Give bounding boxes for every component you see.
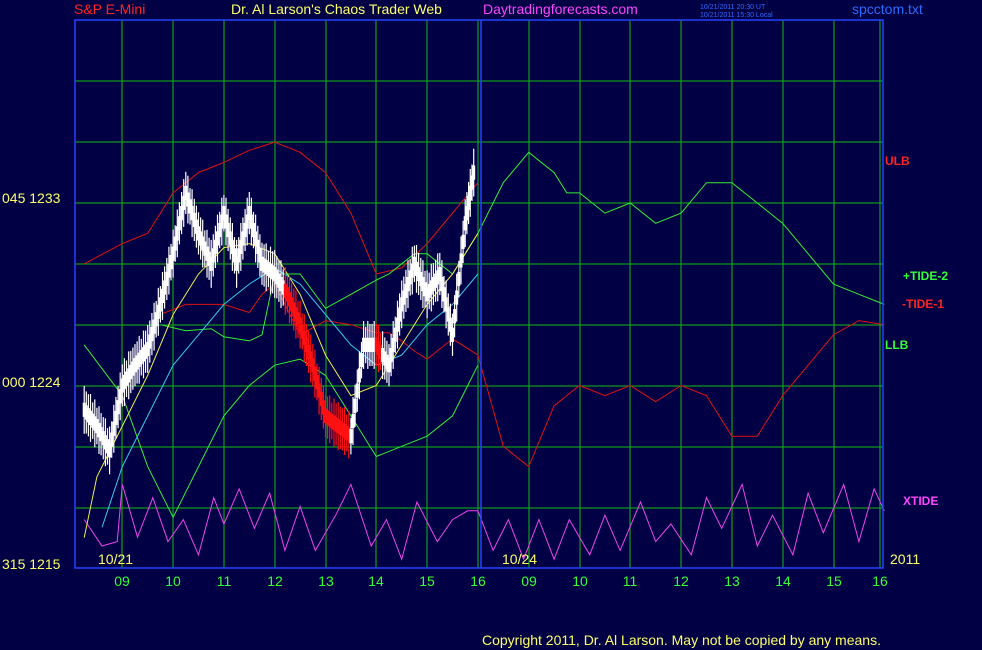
legend-xtide: XTIDE [903, 494, 939, 508]
price-bar-body [351, 413, 355, 429]
price-bar-body [357, 368, 361, 383]
legend-tide-minus: -TIDE-1 [902, 297, 944, 311]
date-label-start: 10/21 [98, 551, 134, 567]
chart-area [74, 19, 885, 569]
x-tick-label: 13 [724, 573, 740, 589]
price-bar-body [451, 327, 454, 342]
y-tick-label: 000 1224 [2, 374, 61, 390]
plot-frame [74, 19, 884, 569]
x-tick-label: 13 [318, 573, 334, 589]
series-line--tide-1 [160, 283, 885, 468]
price-bars [82, 148, 476, 475]
xtide-line [83, 482, 885, 561]
y-tick-label: 045 1233 [2, 190, 61, 206]
x-tick-label: 11 [622, 573, 638, 589]
chart-grid [75, 20, 883, 568]
legend-llb: LLB [885, 338, 909, 352]
date-label-mid: 10/24 [502, 551, 538, 567]
chart-axes [74, 19, 884, 569]
x-tick-label: 14 [775, 573, 791, 589]
price-bar-body [457, 271, 461, 287]
x-tick-label: 10 [572, 573, 588, 589]
x-tick-label: 15 [419, 573, 435, 589]
price-bar-body [459, 253, 463, 268]
price-bar-body [453, 309, 457, 324]
x-tick-label: 12 [267, 573, 283, 589]
x-tick-label: 15 [826, 573, 842, 589]
price-bar-body [472, 165, 476, 180]
y-tick-label: 315 1215 [2, 556, 61, 572]
price-bar-body [349, 429, 353, 444]
x-tick-label: 14 [368, 573, 384, 589]
series-line--tide-2 [160, 151, 885, 342]
x-tick-label: 10 [165, 573, 181, 589]
x-tick-label: 12 [673, 573, 689, 589]
year-label: 2011 [890, 551, 921, 567]
x-tick-label: 16 [872, 573, 888, 589]
x-tick-label: 09 [114, 573, 130, 589]
legend-tide-plus: +TIDE-2 [903, 269, 949, 283]
x-tick-label: 11 [216, 573, 232, 589]
price-bar-body [455, 290, 459, 305]
price-bar-body [461, 234, 465, 249]
price-bar-body [360, 353, 363, 368]
legend-ulb: ULB [885, 154, 910, 168]
x-tick-label: 16 [470, 573, 486, 589]
xtide-series [83, 482, 885, 561]
chart-lines [83, 141, 885, 538]
copyright-footer: Copyright 2011, Dr. Al Larson. May not b… [482, 632, 881, 648]
price-bar-body [355, 383, 359, 398]
x-tick-label: 09 [521, 573, 537, 589]
price-bar-body [353, 398, 357, 413]
